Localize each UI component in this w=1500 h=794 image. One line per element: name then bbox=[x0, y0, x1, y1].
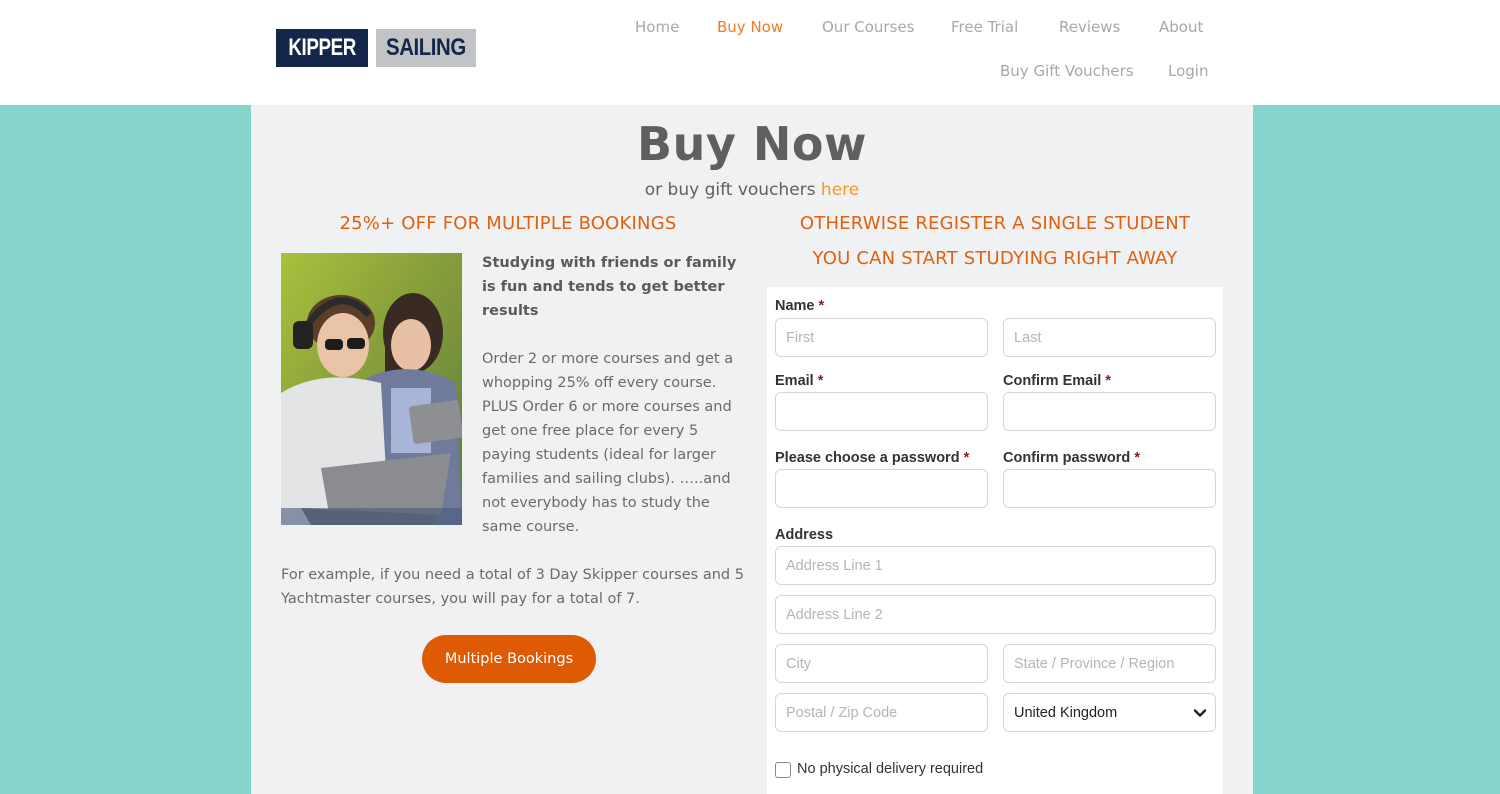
address-label: Address bbox=[775, 527, 834, 543]
city-input[interactable] bbox=[775, 644, 988, 683]
logo-kipper-text: KIPPER bbox=[288, 34, 356, 61]
discount-description: Order 2 or more courses and get a whoppi… bbox=[482, 351, 734, 535]
discount-example: For example, if you need a total of 3 Da… bbox=[281, 567, 744, 607]
single-student-heading: OTHERWISE REGISTER A SINGLE STUDENT bbox=[799, 213, 1191, 234]
email-label: Email * bbox=[775, 373, 823, 389]
address-line-1-input[interactable] bbox=[775, 546, 1216, 585]
logo-sailing-text: SAILING bbox=[386, 34, 466, 61]
nav-buy-gift-vouchers[interactable]: Buy Gift Vouchers bbox=[1000, 62, 1134, 80]
first-name-input[interactable] bbox=[775, 318, 988, 357]
confirm-password-label: Confirm password * bbox=[1003, 450, 1140, 466]
country-select[interactable]: United Kingdom bbox=[1003, 693, 1216, 732]
students-illustration bbox=[281, 253, 462, 525]
gift-vouchers-here-link[interactable]: here bbox=[821, 180, 859, 200]
name-label: Name * bbox=[775, 298, 824, 314]
students-photo bbox=[281, 253, 462, 525]
site-header: KIPPER SAILING Home Buy Now Our Courses … bbox=[0, 0, 1500, 105]
nav-our-courses[interactable]: Our Courses bbox=[822, 18, 914, 36]
password-label: Please choose a password * bbox=[775, 450, 969, 466]
subtitle-text: or buy gift vouchers bbox=[644, 180, 821, 200]
required-asterisk: * bbox=[817, 373, 824, 389]
registration-form: Name * Email * Confirm Email * Please ch… bbox=[767, 287, 1223, 794]
nav-reviews[interactable]: Reviews bbox=[1059, 18, 1120, 36]
postal-code-input[interactable] bbox=[775, 693, 988, 732]
password-label-text: Please choose a password bbox=[775, 450, 960, 466]
gift-voucher-subtitle: or buy gift vouchers here bbox=[251, 180, 1253, 200]
nav-home[interactable]: Home bbox=[635, 18, 679, 36]
confirm-email-input[interactable] bbox=[1003, 392, 1216, 431]
confirm-password-input[interactable] bbox=[1003, 469, 1216, 508]
required-asterisk: * bbox=[1105, 373, 1111, 389]
required-asterisk: * bbox=[1134, 450, 1140, 466]
required-asterisk: * bbox=[818, 298, 825, 314]
confirm-password-label-text: Confirm password bbox=[1003, 450, 1131, 466]
required-asterisk: * bbox=[963, 450, 970, 466]
no-delivery-checkbox[interactable] bbox=[775, 762, 791, 778]
logo-kipper: KIPPER bbox=[276, 29, 368, 67]
confirm-email-label-text: Confirm Email bbox=[1003, 373, 1102, 389]
email-input[interactable] bbox=[775, 392, 988, 431]
content-panel: Buy Now or buy gift vouchers here 25%+ O… bbox=[251, 105, 1253, 794]
logo-sailing: SAILING bbox=[376, 29, 476, 67]
country-select-value: United Kingdom bbox=[1014, 704, 1118, 721]
last-name-input[interactable] bbox=[1003, 318, 1216, 357]
multiple-bookings-heading: 25%+ OFF FOR MULTIPLE BOOKINGS bbox=[339, 213, 677, 234]
lead-text: Studying with friends or family is fun a… bbox=[482, 255, 737, 319]
nav-about[interactable]: About bbox=[1159, 18, 1203, 36]
nav-buy-now[interactable]: Buy Now bbox=[717, 18, 783, 36]
nav-free-trial[interactable]: Free Trial bbox=[951, 18, 1018, 36]
password-input[interactable] bbox=[775, 469, 988, 508]
confirm-email-label: Confirm Email * bbox=[1003, 373, 1111, 389]
email-label-text: Email bbox=[775, 373, 814, 389]
address-line-2-input[interactable] bbox=[775, 595, 1216, 634]
nav-login[interactable]: Login bbox=[1168, 62, 1208, 80]
no-delivery-label[interactable]: No physical delivery required bbox=[797, 761, 983, 777]
kipper-sailing-logo[interactable]: KIPPER SAILING bbox=[276, 29, 476, 67]
start-studying-heading: YOU CAN START STUDYING RIGHT AWAY bbox=[812, 248, 1178, 269]
chevron-down-icon bbox=[1193, 709, 1207, 717]
state-input[interactable] bbox=[1003, 644, 1216, 683]
name-label-text: Name bbox=[775, 298, 815, 314]
multiple-bookings-button[interactable]: Multiple Bookings bbox=[422, 635, 596, 683]
page-title: Buy Now bbox=[637, 117, 867, 171]
